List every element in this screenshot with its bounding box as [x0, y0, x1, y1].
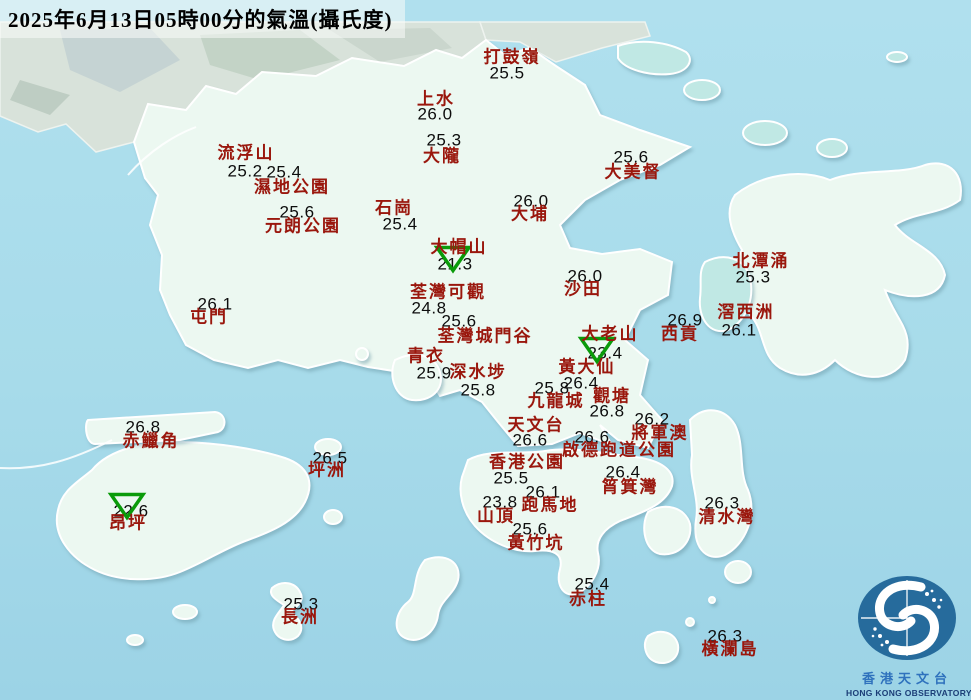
station-value: 25.4: [382, 216, 417, 233]
station-name: 打鼓嶺: [484, 49, 541, 66]
station-name: 流浮山: [218, 145, 275, 162]
station-name: 長洲: [281, 609, 319, 626]
station-value: 25.5: [489, 65, 524, 82]
station-name: 大埔: [511, 206, 549, 223]
station-value: 25.5: [493, 470, 528, 487]
station-name: 大帽山: [431, 239, 488, 256]
daguilar-peninsula: [644, 507, 690, 555]
station-value: 26.1: [721, 322, 756, 339]
station-name: 滘西洲: [718, 304, 775, 321]
station-name: 西貢: [661, 326, 699, 343]
double-haven-island: [684, 80, 720, 100]
station-name: 石崗: [375, 200, 413, 217]
ping-chau-island: [887, 52, 907, 62]
station-name: 赤柱: [569, 591, 607, 608]
station-name: 屯門: [190, 309, 228, 326]
station-name: 將軍澳: [632, 425, 689, 442]
temperature-map-canvas: 2025年6月13日05時00分的氣溫(攝氏度) 25.5打鼓嶺26.0上水25…: [0, 0, 971, 700]
station-name: 元朗公園: [265, 218, 341, 235]
hko-logo-symbol: [855, 574, 959, 662]
station-name: 大老山: [582, 326, 639, 343]
station-value: 25.8: [460, 382, 495, 399]
station-name: 赤鱲角: [123, 433, 180, 450]
station-name: 跑馬地: [522, 497, 579, 514]
station-name: 北潭涌: [733, 253, 790, 270]
station-name: 黃大仙: [559, 359, 616, 376]
station-name: 清水灣: [699, 509, 756, 526]
station-name: 觀塘: [593, 388, 631, 405]
station-name: 香港公園: [489, 454, 565, 471]
station-value: 25.3: [735, 269, 770, 286]
station-name: 山頂: [477, 508, 515, 525]
station-name: 九龍城: [528, 393, 585, 410]
station-name: 橫瀾島: [702, 641, 759, 658]
station-name: 深水埗: [450, 364, 507, 381]
station-name: 筲箕灣: [602, 479, 659, 496]
station-value: 25.9: [416, 365, 451, 382]
po-toi-island: [645, 632, 678, 663]
station-name: 濕地公園: [254, 179, 330, 196]
station-name: 荃灣可觀: [410, 284, 486, 301]
hko-logo: 香港天文台 HONG KONG OBSERVATORY: [846, 574, 968, 698]
station-name: 青衣: [407, 348, 445, 365]
hko-logo-chinese-name: 香港天文台: [846, 668, 968, 687]
hei-ling-chau-island: [324, 510, 342, 524]
station-name: 大隴: [423, 148, 461, 165]
station-name: 上水: [417, 91, 455, 108]
station-name: 黃竹坑: [508, 535, 565, 552]
mirs-bay-island-2: [817, 139, 847, 157]
mirs-bay-island-1: [743, 121, 787, 145]
station-name: 大美督: [605, 164, 662, 181]
station-name: 啟德跑道公園: [562, 442, 676, 459]
station-name: 坪洲: [308, 462, 346, 479]
station-name: 天文台: [508, 417, 565, 434]
waglan-islet-1: [686, 618, 694, 626]
station-name: 沙田: [564, 281, 602, 298]
station-name: 荃灣城門谷: [438, 328, 533, 345]
hko-logo-english-name: HONG KONG OBSERVATORY: [846, 688, 968, 698]
map-title: 2025年6月13日05時00分的氣溫(攝氏度): [0, 0, 405, 38]
ma-wan-island: [356, 348, 368, 360]
hong-kong-map: [0, 0, 971, 700]
tung-lung-island: [725, 561, 751, 583]
station-name: 昂坪: [109, 515, 147, 532]
soko-island-1: [173, 605, 197, 619]
soko-island-2: [127, 635, 143, 645]
waglan-islet-2: [709, 597, 715, 603]
